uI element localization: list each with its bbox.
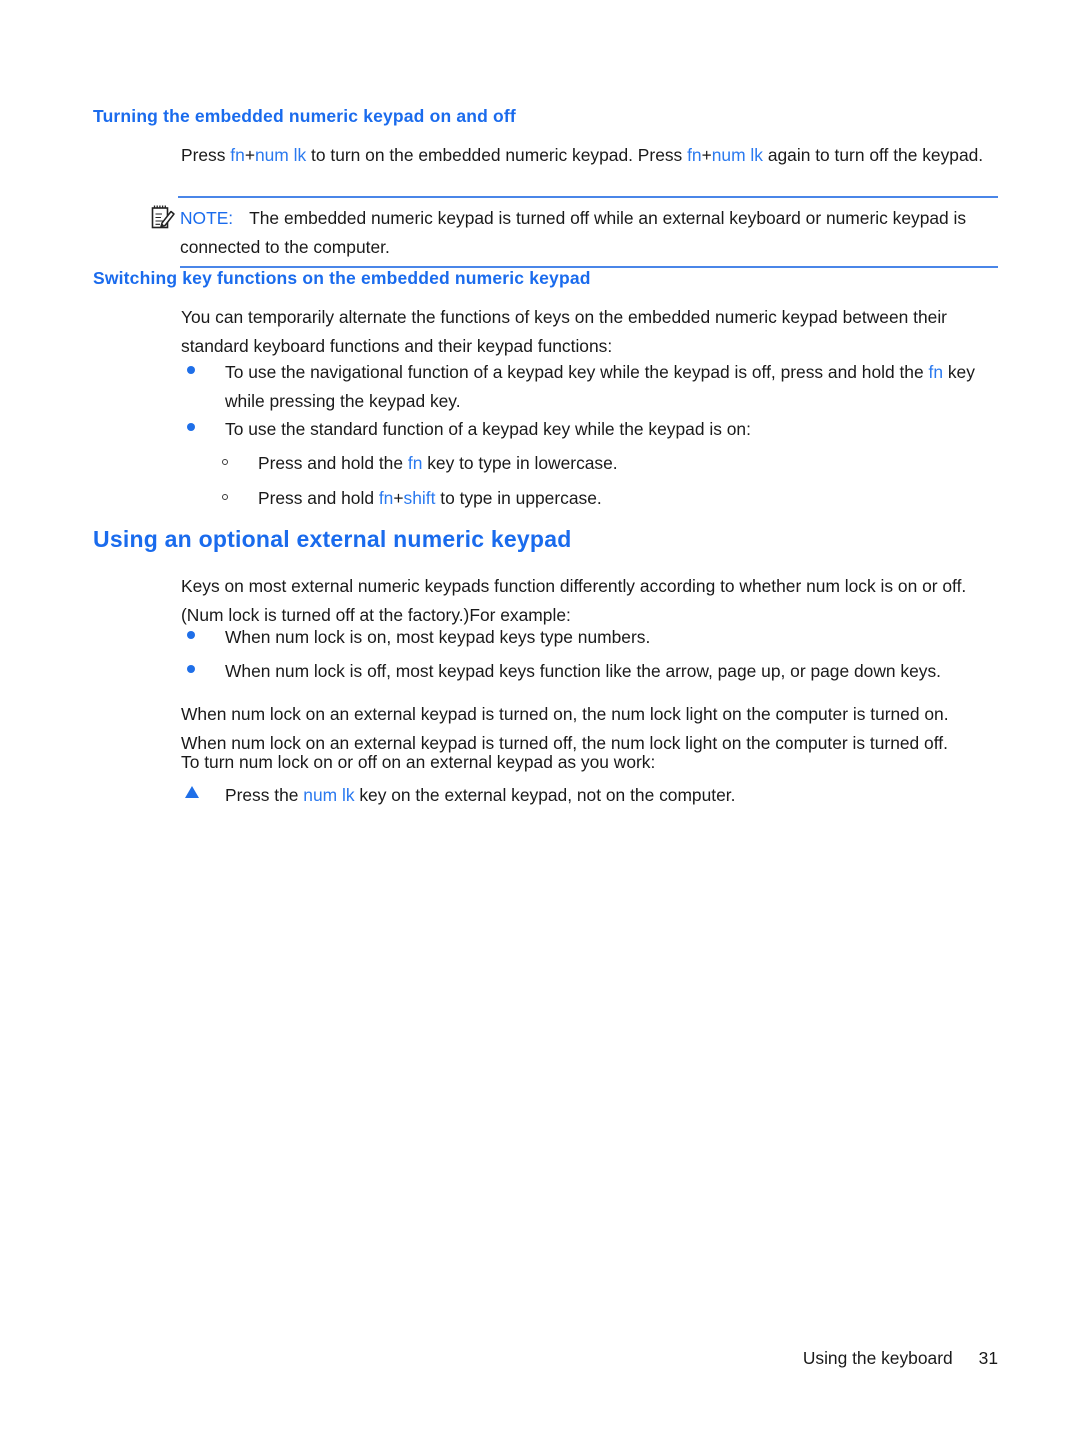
- key-num-lk: num lk: [711, 145, 763, 165]
- key-separator-plus: +: [701, 145, 712, 165]
- sub-list-item-lowercase: Press and hold the fn key to type in low…: [258, 449, 958, 478]
- key-fn: fn: [928, 362, 944, 382]
- subbullet-marker: [222, 459, 228, 465]
- footer-running-head: Using the keyboard: [802, 1348, 953, 1368]
- key-shift: shift: [403, 488, 436, 508]
- step-press-num-lk: Press the num lk key on the external key…: [225, 781, 993, 810]
- text-fragment: Press the: [225, 785, 304, 805]
- heading-switching-key-functions: Switching key functions on the embedded …: [93, 268, 591, 288]
- text-fragment: again to turn off the keypad.: [763, 145, 984, 165]
- key-fn: fn: [378, 488, 394, 508]
- key-fn: fn: [407, 453, 423, 473]
- text-fragment: To use the navigational function of a ke…: [225, 362, 929, 382]
- text-fragment: to type in uppercase.: [435, 488, 602, 508]
- notepad-icon: [150, 203, 176, 231]
- footer-page-number: 31: [978, 1348, 998, 1368]
- sub-list-item-uppercase: Press and hold fn+shift to type in upper…: [258, 484, 958, 513]
- list-item-numlock-on: When num lock is on, most keypad keys ty…: [225, 627, 651, 647]
- text-fragment: Press and hold the: [258, 453, 408, 473]
- bullet-marker: [187, 631, 195, 639]
- list-item-standard-function: To use the standard function of a keypad…: [225, 419, 751, 439]
- bullet-marker: [187, 423, 195, 431]
- text-fragment: key to type in lowercase.: [422, 453, 618, 473]
- text-fragment: to turn on the embedded numeric keypad. …: [306, 145, 688, 165]
- key-fn: fn: [687, 145, 702, 165]
- page-footer: Using the keyboard 31: [0, 1348, 1080, 1369]
- text-fragment: key on the external keypad, not on the c…: [354, 785, 736, 805]
- text-fragment: Press and hold: [258, 488, 379, 508]
- paragraph-press-fn-numlk: Press fn+num lk to turn on the embedded …: [181, 141, 993, 170]
- list-item-navigational-function: To use the navigational function of a ke…: [225, 358, 993, 416]
- bullet-marker: [187, 665, 195, 673]
- bullet-marker: [187, 366, 195, 374]
- document-page: Turning the embedded numeric keypad on a…: [0, 0, 1080, 1438]
- paragraph-external-keypad-intro: Keys on most external numeric keypads fu…: [181, 576, 967, 625]
- key-fn: fn: [230, 145, 245, 165]
- key-separator-plus: +: [244, 145, 255, 165]
- note-body: NOTE: The embedded numeric keypad is turn…: [150, 198, 998, 266]
- key-num-lk: num lk: [254, 145, 307, 165]
- step-triangle-marker: [185, 786, 199, 798]
- paragraph-switching-intro: You can temporarily alternate the functi…: [181, 307, 947, 356]
- note-label: NOTE:: [180, 208, 234, 228]
- subbullet-marker: [222, 494, 228, 500]
- heading-using-optional-external-numeric-keypad: Using an optional external numeric keypa…: [93, 526, 572, 552]
- note-callout: NOTE: The embedded numeric keypad is turn…: [150, 196, 998, 268]
- heading-turning-embedded-numeric-keypad: Turning the embedded numeric keypad on a…: [93, 106, 516, 126]
- list-item-numlock-off: When num lock is off, most keypad keys f…: [225, 661, 941, 681]
- key-separator-plus: +: [393, 488, 404, 508]
- paragraph-turn-numlock-instruction: To turn num lock on or off on an externa…: [181, 752, 656, 772]
- key-num-lk: num lk: [303, 785, 355, 805]
- text-fragment: Press: [181, 145, 231, 165]
- note-text: The embedded numeric keypad is turned of…: [180, 208, 967, 257]
